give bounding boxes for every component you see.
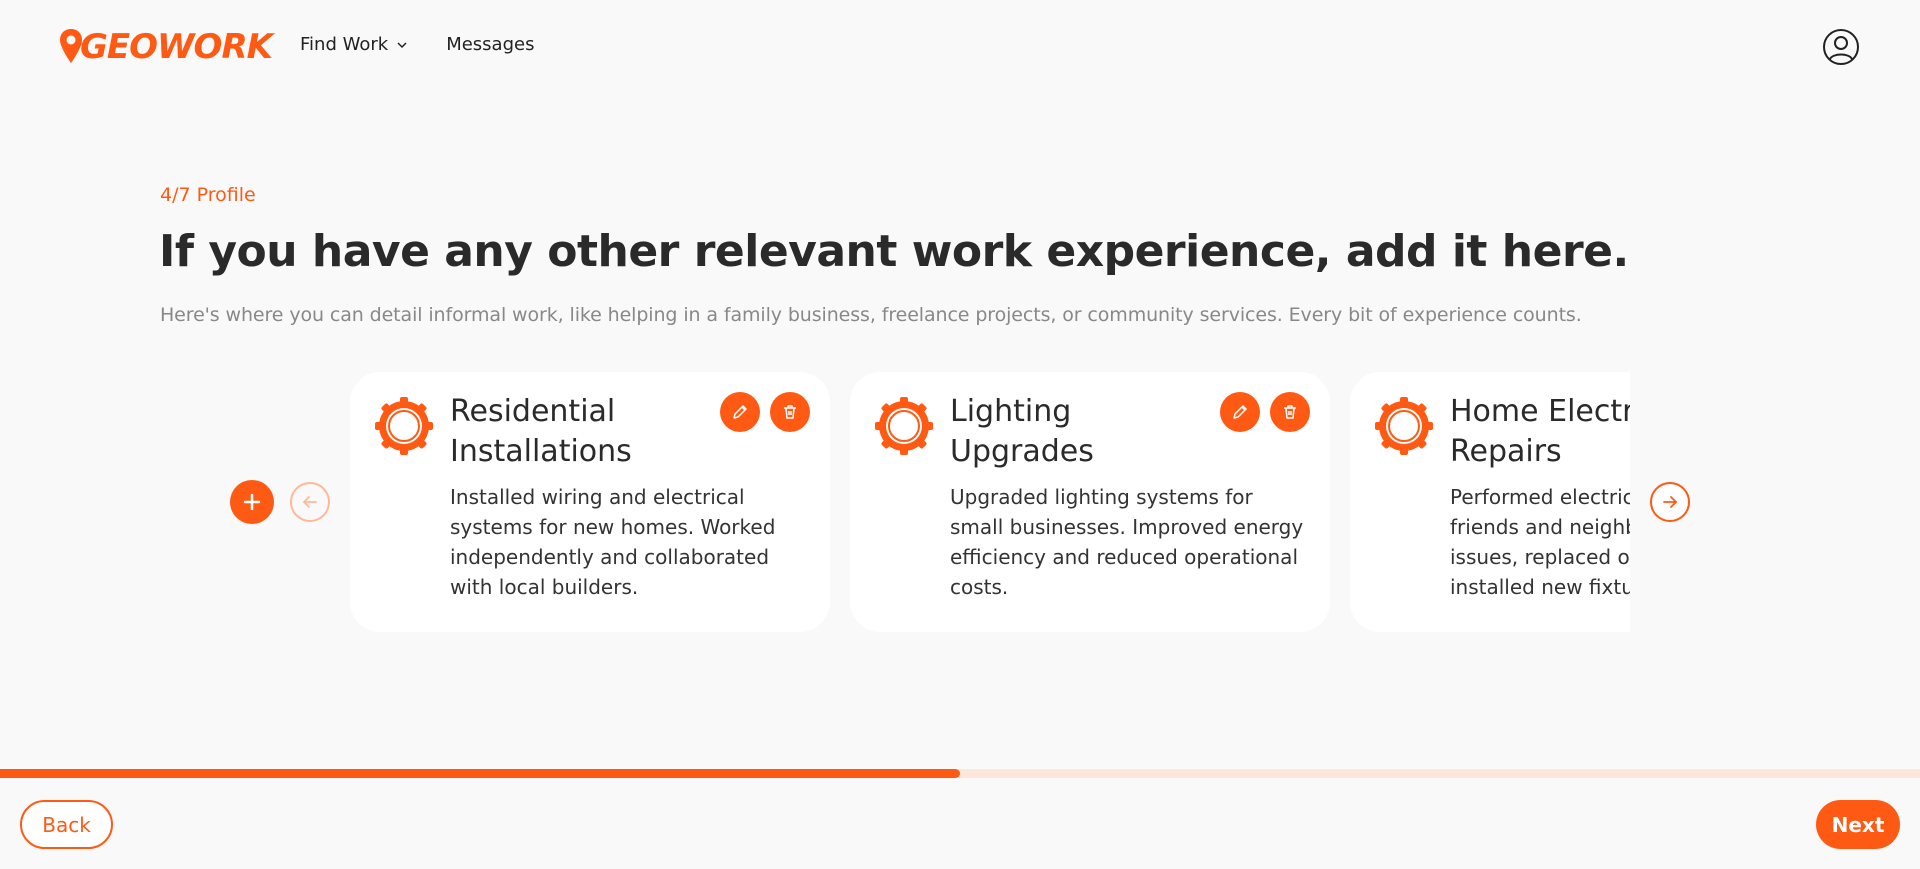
card-description: Installed wiring and electrical systems … — [450, 485, 776, 599]
arrow-right-icon — [1663, 496, 1678, 508]
gear-badge-icon — [375, 397, 433, 455]
plus-icon — [243, 493, 261, 511]
gear-badge-icon — [875, 397, 933, 455]
page-subtitle: Here's where you can detail informal wor… — [160, 304, 1582, 326]
edit-button[interactable] — [1220, 392, 1260, 432]
logo-text: GEOWORK — [80, 27, 273, 67]
page-title: If you have any other relevant work expe… — [159, 226, 1629, 277]
carousel-prev-button[interactable] — [290, 482, 330, 522]
card-title: Residential Installations — [450, 394, 632, 469]
card-title: Lighting Upgrades — [950, 394, 1094, 469]
logo[interactable]: GEOWORK — [58, 24, 273, 70]
nav-find-work[interactable]: Find Work — [300, 34, 408, 55]
trash-icon — [1284, 405, 1296, 419]
card-description: Upgraded lighting systems for small busi… — [950, 485, 1304, 599]
experience-card: Residential Installations Installed wiri… — [350, 372, 830, 632]
chevron-down-icon — [397, 41, 407, 48]
pencil-icon — [733, 405, 747, 419]
gear-badge-icon — [1375, 397, 1433, 455]
progress-fill — [0, 769, 960, 778]
card-title: Home Electrical Repairs — [1450, 394, 1630, 469]
next-button[interactable]: Next — [1816, 800, 1900, 849]
pencil-icon — [1233, 405, 1247, 419]
experience-card: Lighting Upgrades Upgraded lighting syst… — [850, 372, 1330, 632]
header: GEOWORK Find Work Messages — [0, 0, 1920, 96]
experience-carousel: Residential Installations Installed wiri… — [350, 372, 1630, 632]
nav-messages-label: Messages — [446, 34, 535, 55]
arrow-left-icon — [302, 496, 317, 508]
delete-button[interactable] — [770, 392, 810, 432]
progress-bar — [0, 769, 1920, 778]
user-circle-icon[interactable] — [1822, 28, 1860, 66]
nav-messages[interactable]: Messages — [446, 34, 534, 55]
back-button[interactable]: Back — [20, 800, 113, 849]
nav-find-work-label: Find Work — [300, 34, 389, 55]
card-actions — [720, 392, 810, 432]
add-experience-button[interactable] — [230, 480, 274, 524]
main-nav: Find Work Messages — [300, 34, 534, 55]
edit-button[interactable] — [720, 392, 760, 432]
step-indicator: 4/7 Profile — [160, 184, 256, 206]
delete-button[interactable] — [1270, 392, 1310, 432]
trash-icon — [784, 405, 796, 419]
carousel-next-button[interactable] — [1650, 482, 1690, 522]
experience-card: Home Electrical Repairs Performed electr… — [1350, 372, 1630, 632]
card-actions — [1220, 392, 1310, 432]
card-description: Performed electrical repairs for friends… — [1450, 485, 1630, 599]
